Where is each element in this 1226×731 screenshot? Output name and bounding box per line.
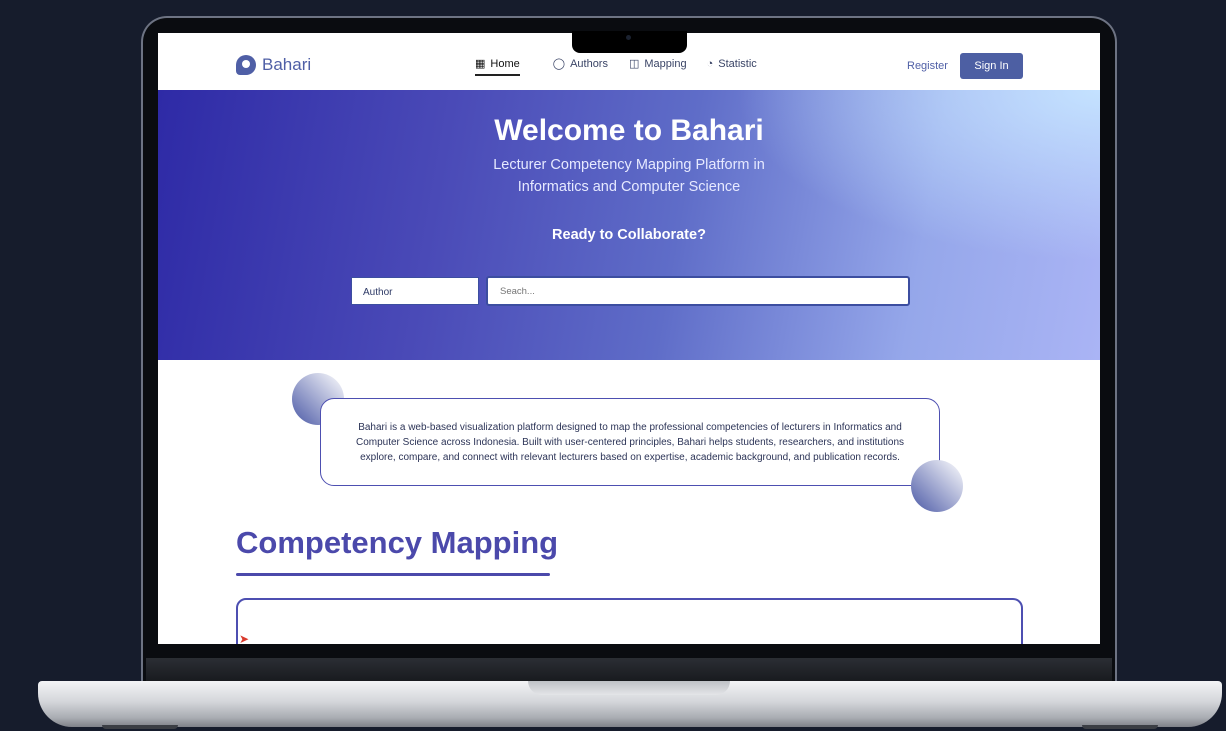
hero-cta: Ready to Collaborate? bbox=[552, 227, 706, 243]
laptop-foot-right bbox=[1082, 725, 1158, 729]
base-finger-cutout bbox=[528, 681, 730, 695]
nav-statistic[interactable]: ◔ Statistic bbox=[707, 57, 757, 70]
hero-section: Welcome to Bahari Lecturer Competency Ma… bbox=[158, 90, 1100, 360]
about-card: Bahari is a web-based visualization plat… bbox=[320, 398, 940, 486]
camera-notch bbox=[572, 31, 687, 53]
person-icon: ◯ bbox=[552, 58, 566, 70]
nav-statistic-label: Statistic bbox=[718, 57, 757, 70]
nav-home[interactable]: ▦ Home bbox=[475, 57, 520, 76]
hero-subtitle: Lecturer Competency Mapping Platform in … bbox=[493, 157, 765, 195]
nav-home-label: Home bbox=[490, 57, 520, 70]
hero-title: Welcome to Bahari bbox=[494, 114, 764, 147]
section-title: Competency Mapping bbox=[236, 525, 559, 560]
search-input[interactable] bbox=[486, 276, 910, 306]
brand-logo[interactable]: Bahari bbox=[236, 55, 311, 75]
nav-authors-label: Authors bbox=[570, 57, 608, 70]
laptop-foot-left bbox=[102, 725, 178, 729]
nav-authors[interactable]: ◯ Authors bbox=[552, 57, 608, 71]
nav-links: ▦ Home ◯ Authors ◫ Mapping ◔ Statistic bbox=[475, 57, 757, 76]
grid-icon: ▦ bbox=[475, 58, 486, 70]
browser-screen: Bahari ▦ Home ◯ Authors ◫ Mapping ◔ Stat… bbox=[158, 33, 1100, 644]
mapping-card bbox=[236, 598, 1023, 644]
camera-icon bbox=[626, 35, 631, 40]
nav-mapping-label: Mapping bbox=[644, 57, 687, 70]
map-pin-icon: ➤ bbox=[239, 632, 250, 644]
logo-text: Bahari bbox=[262, 55, 312, 74]
logo-mark-icon bbox=[236, 55, 256, 75]
map-icon: ◫ bbox=[628, 58, 640, 70]
sign-in-button[interactable]: Sign In bbox=[960, 53, 1023, 79]
register-link[interactable]: Register bbox=[907, 60, 948, 72]
laptop-base bbox=[38, 681, 1222, 729]
search-type-select[interactable]: Author bbox=[351, 277, 479, 305]
section-title-underline bbox=[236, 573, 550, 576]
nav-mapping[interactable]: ◫ Mapping bbox=[628, 57, 687, 71]
decor-circle-right bbox=[911, 460, 963, 512]
pie-icon: ◔ bbox=[706, 57, 714, 70]
